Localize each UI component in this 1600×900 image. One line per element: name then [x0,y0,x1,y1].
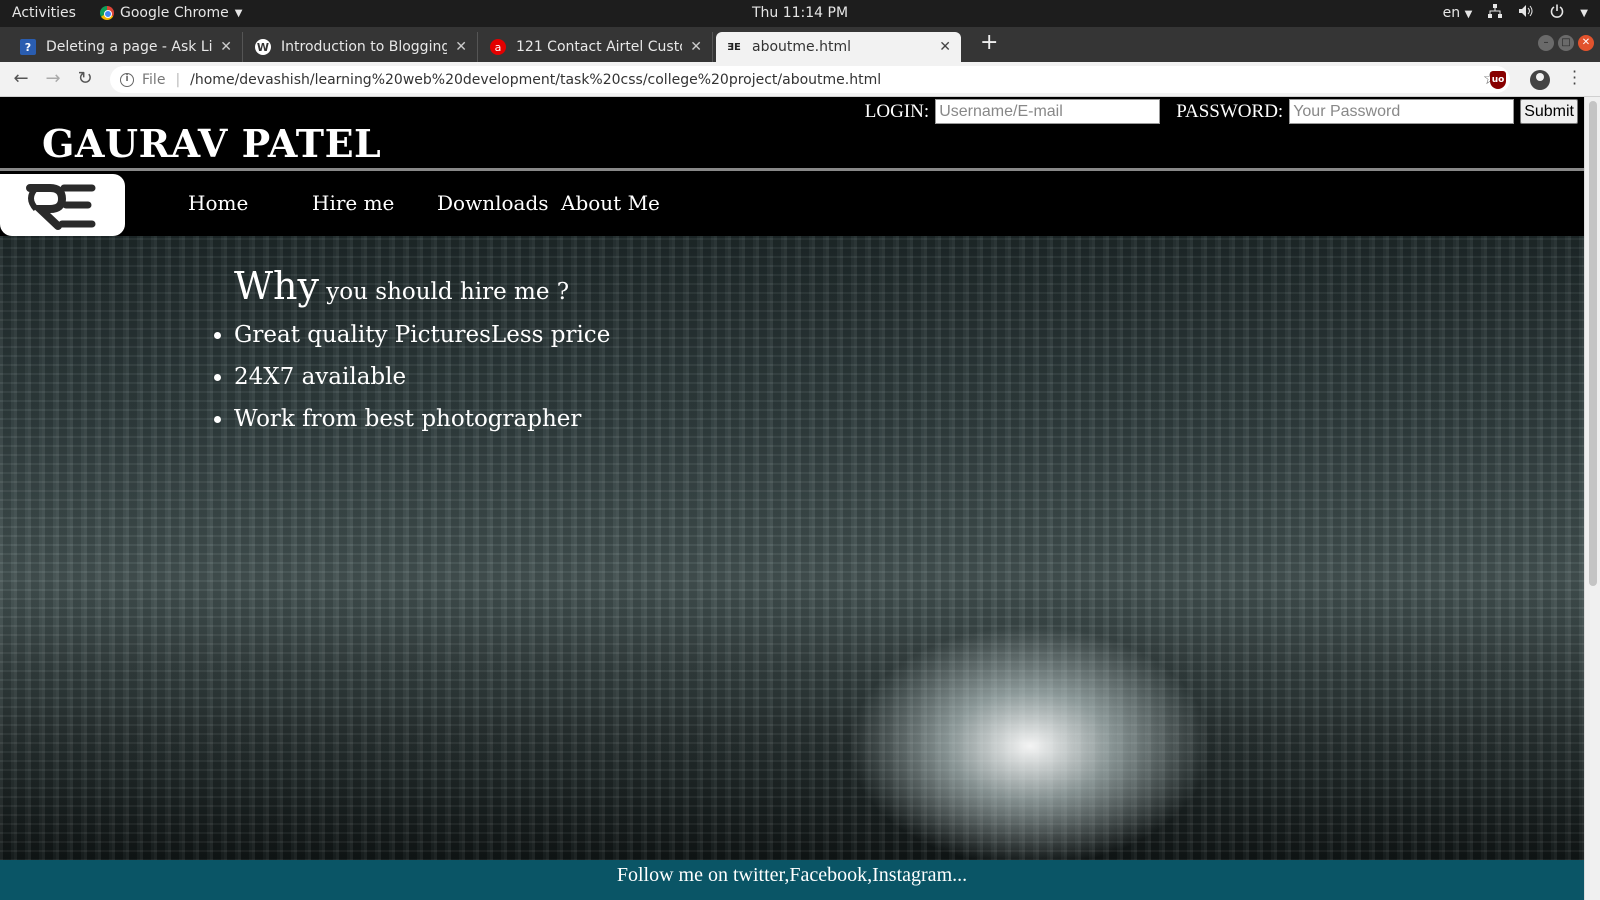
nav-downloads[interactable]: Downloads [437,191,549,215]
site-nav: Home Hire me Downloads About Me [0,174,1584,236]
toolbar: ← → ↻ i File | /home/devashish/learning%… [0,62,1600,97]
site-logo[interactable] [0,174,125,236]
system-tray[interactable]: en ▼ ▼ [1443,4,1588,22]
power-icon[interactable] [1550,4,1564,22]
close-icon[interactable]: ✕ [220,39,232,55]
chevron-down-icon: ▼ [234,7,243,19]
list-item: Great quality PicturesLess price [234,320,610,362]
maximize-icon[interactable]: □ [1558,35,1574,51]
activities-button[interactable]: Activities [12,5,76,21]
hero-heading-why: Why [234,264,319,308]
menu-icon[interactable]: · · · [1572,64,1577,92]
tab-airtel-contact[interactable]: a 121 Contact Airtel Custom ✕ [480,32,713,62]
system-top-bar: Activities Google Chrome ▼ Thu 11:14 PM … [0,0,1600,27]
chrome-icon [100,6,114,20]
language-label: en [1442,5,1461,21]
password-input[interactable] [1289,99,1515,124]
window-controls: – □ ✕ [1538,35,1594,51]
app-name: Google Chrome [120,5,229,21]
tab-title: 121 Contact Airtel Custom [516,39,682,55]
tab-strip: ? Deleting a page - Ask Libr ✕ W Introdu… [0,27,1600,62]
chevron-down-icon: ▼ [1464,9,1473,20]
app-menu[interactable]: Google Chrome ▼ [100,5,242,21]
question-icon: ? [20,39,36,55]
nav-about-me[interactable]: About Me [561,191,660,215]
username-input[interactable] [935,99,1161,124]
nav-hire-me[interactable]: Hire me [312,191,394,215]
volume-icon[interactable] [1518,4,1534,22]
profile-icon[interactable] [1530,70,1550,90]
close-icon[interactable]: ✕ [690,39,702,55]
page-viewport: GAURAV PATEL LOGIN: PASSWORD: Submit Hom… [0,97,1584,900]
submit-button[interactable]: Submit [1520,99,1578,124]
url-separator: | [175,71,181,88]
list-item: 24X7 available [234,362,610,404]
network-icon[interactable] [1488,4,1503,22]
list-item: Work from best photographer [234,404,610,446]
minimize-icon[interactable]: – [1538,35,1554,51]
re-logo-icon [26,184,96,230]
scrollbar-thumb[interactable] [1589,101,1597,586]
chevron-down-icon[interactable]: ▼ [1580,8,1588,19]
close-window-icon[interactable]: ✕ [1578,35,1594,51]
tab-title: Deleting a page - Ask Libr [46,39,213,55]
wordpress-icon: W [255,39,271,55]
reload-icon[interactable]: ↻ [74,68,96,90]
login-label: LOGIN: [864,100,930,122]
forward-icon[interactable]: → [42,68,64,90]
password-label: PASSWORD: [1176,100,1284,122]
new-tab-button[interactable]: + [980,32,998,54]
back-icon[interactable]: ← [10,68,32,90]
nav-home[interactable]: Home [188,191,248,215]
hero-heading-rest: you should hire me ? [319,279,570,305]
address-bar[interactable]: i File | /home/devashish/learning%20web%… [110,66,1510,93]
tab-title: Introduction to Blogging [281,39,448,55]
site-title: GAURAV PATEL [42,121,382,166]
hero-section: Why you should hire me ? Great quality P… [0,236,1584,861]
re-logo-icon: ƎE [727,41,741,53]
tab-title: aboutme.html [752,39,851,55]
site-footer: Follow me on twitter,Facebook,Instagram.… [0,860,1584,900]
url-scheme: File [142,71,166,88]
tab-aboutme[interactable]: ƎE aboutme.html ✕ [716,32,961,62]
tab-deleting-page[interactable]: ? Deleting a page - Ask Libr ✕ [10,32,243,62]
tab-introduction-blogging[interactable]: W Introduction to Blogging ✕ [245,32,478,62]
reasons-list: Great quality PicturesLess price 24X7 av… [234,320,610,446]
info-icon[interactable]: i [120,72,134,87]
airtel-icon: a [490,39,506,55]
hero-heading: Why you should hire me ? [234,264,569,308]
page-scrollbar[interactable] [1584,97,1600,900]
close-icon[interactable]: ✕ [455,39,467,55]
login-form: LOGIN: PASSWORD: Submit [865,99,1578,124]
language-indicator[interactable]: en ▼ [1443,5,1473,21]
site-header: GAURAV PATEL LOGIN: PASSWORD: Submit [0,97,1584,171]
url-text[interactable]: /home/devashish/learning%20web%20develop… [190,72,881,88]
ublock-icon[interactable]: uo [1490,71,1506,89]
close-icon[interactable]: ✕ [939,39,951,55]
